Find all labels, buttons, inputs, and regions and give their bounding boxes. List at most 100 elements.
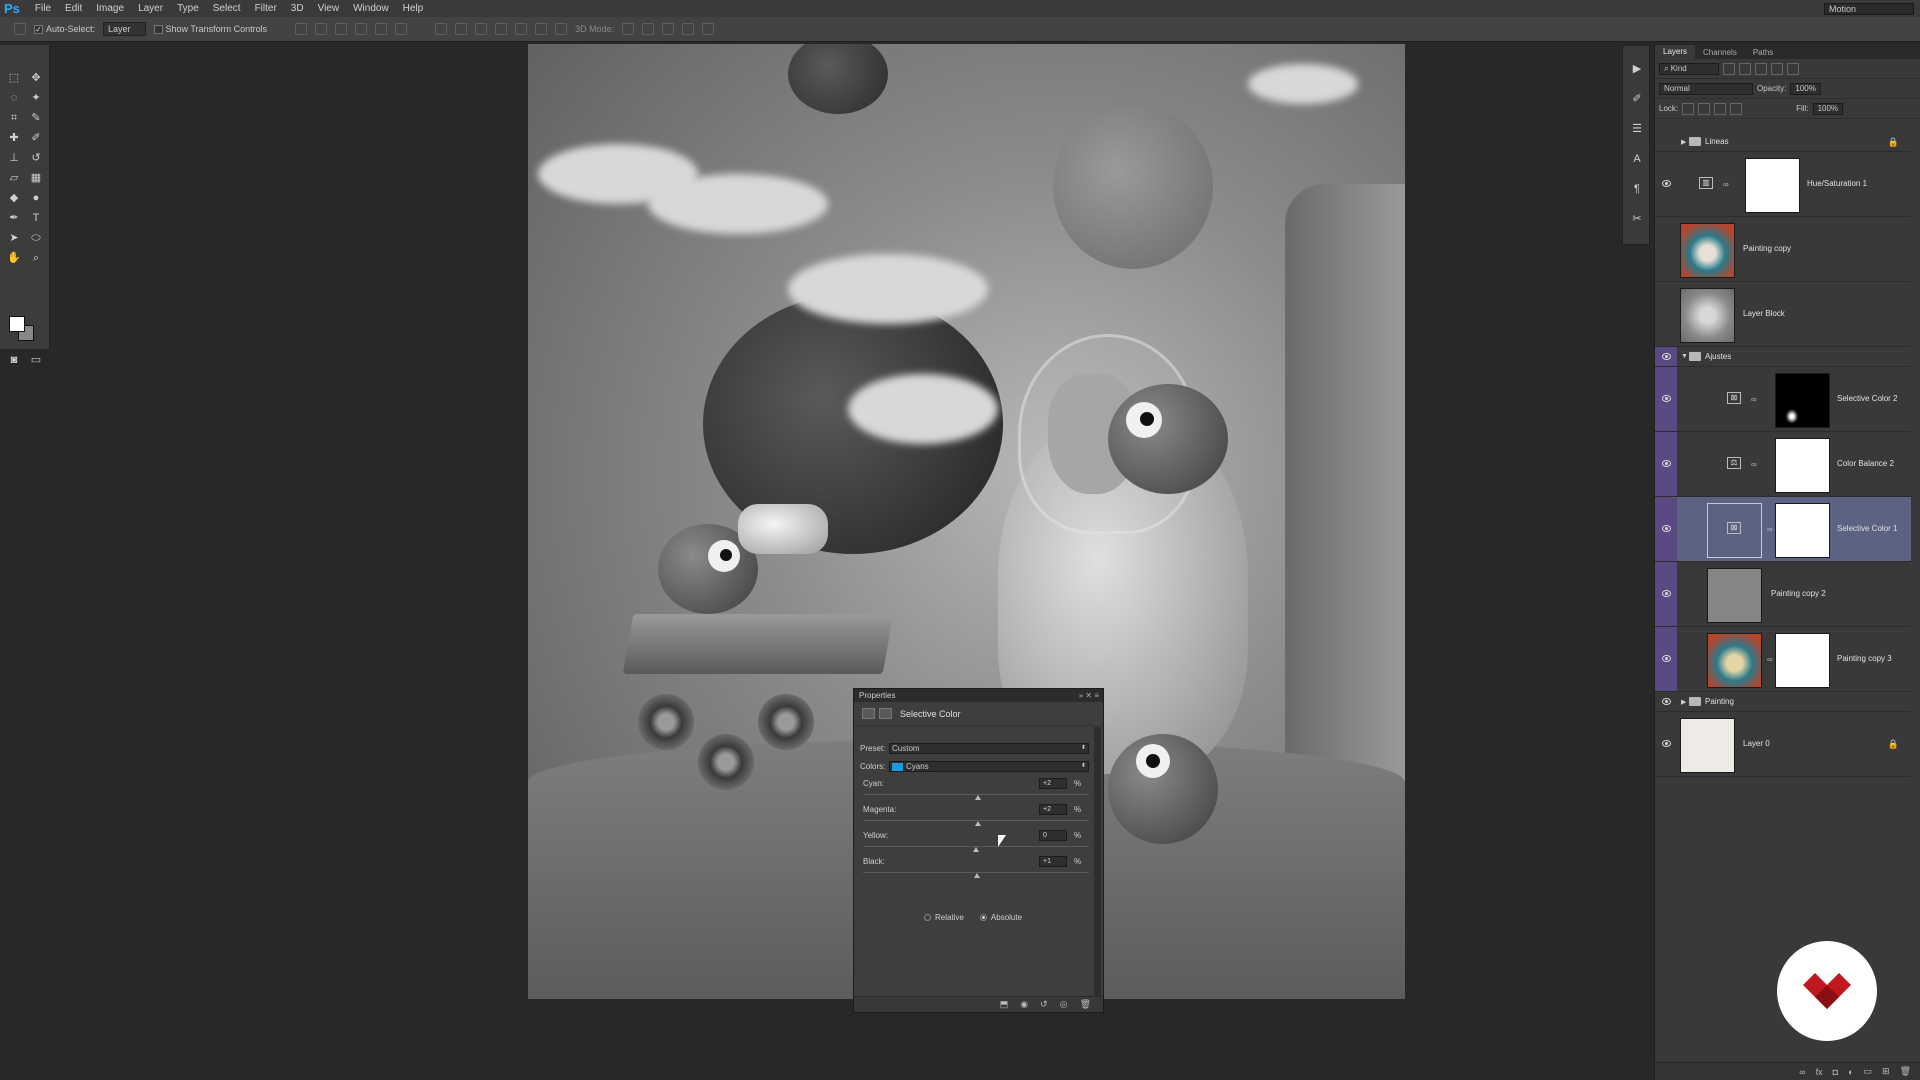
reset-icon[interactable]: ↺ — [1040, 999, 1048, 1010]
lock-transparency-icon[interactable] — [1682, 102, 1695, 115]
clip-to-layer-icon[interactable]: ⬒ — [1000, 999, 1009, 1010]
visibility-eye-icon[interactable] — [1662, 352, 1671, 360]
auto-select-checkbox[interactable]: ✓ Auto-Select: — [34, 24, 95, 34]
3d-roll-icon[interactable] — [642, 23, 655, 35]
colors-dropdown[interactable]: Cyans ⬍ — [889, 761, 1089, 772]
slider-value-input[interactable]: 0 — [1039, 830, 1067, 841]
menu-edit[interactable]: Edit — [58, 3, 89, 14]
opacity-input[interactable]: 100% — [1790, 82, 1821, 95]
add-mask-icon[interactable]: ◘ — [1833, 1067, 1838, 1077]
3d-scale-icon[interactable] — [702, 23, 715, 35]
visibility-eye-icon[interactable] — [1662, 740, 1671, 747]
layer-0[interactable]: Layer 0 🔒 — [1655, 712, 1911, 777]
menu-select[interactable]: Select — [206, 3, 248, 14]
align-right-icon[interactable] — [395, 23, 408, 35]
screen-mode-icon[interactable]: ▭ — [29, 353, 43, 367]
distribute-top-icon[interactable] — [435, 23, 448, 35]
tools-icon[interactable]: ✂ — [1630, 212, 1644, 226]
filter-shape-icon[interactable] — [1771, 62, 1783, 75]
menu-image[interactable]: Image — [89, 3, 131, 14]
link-icon[interactable]: ∞ — [1767, 525, 1773, 534]
crop-tool-icon[interactable]: ⌗ — [7, 111, 21, 125]
link-layers-icon[interactable]: ∞ — [1799, 1067, 1805, 1077]
3d-rotate-icon[interactable] — [622, 23, 635, 35]
align-middle-icon[interactable] — [315, 23, 328, 35]
blend-mode-dropdown[interactable]: Normal — [1659, 82, 1753, 95]
collapse-arrow-icon[interactable]: ▼ — [1681, 353, 1688, 360]
3d-slide-icon[interactable] — [682, 23, 695, 35]
slider-thumb[interactable] — [975, 795, 982, 800]
layer-group-lineas[interactable]: ▶ Lineas 🔒 — [1655, 132, 1911, 152]
move-tool-icon[interactable]: ✥ — [29, 71, 43, 85]
align-top-icon[interactable] — [295, 23, 308, 35]
foreground-color-swatch[interactable] — [9, 316, 25, 332]
adjustments-icon[interactable]: ☰ — [1630, 122, 1644, 136]
align-bottom-icon[interactable] — [335, 23, 348, 35]
3d-drag-icon[interactable] — [662, 23, 675, 35]
slider-thumb[interactable] — [974, 873, 981, 878]
lock-position-icon[interactable] — [1714, 102, 1727, 115]
play-icon[interactable]: ▶ — [1630, 62, 1644, 76]
mask-icon[interactable] — [879, 708, 892, 719]
slider-thumb[interactable] — [973, 847, 979, 852]
paragraph-icon[interactable]: ¶ — [1630, 182, 1644, 196]
filter-adjustment-icon[interactable] — [1739, 62, 1751, 75]
new-group-icon[interactable]: ▭ — [1864, 1066, 1873, 1077]
layer-hue-saturation-1[interactable]: ▥ ∞ Hue/Saturation 1 — [1655, 152, 1911, 217]
tab-channels[interactable]: Channels — [1695, 48, 1745, 57]
kind-filter-dropdown[interactable]: ⌕ Kind — [1659, 62, 1719, 75]
healing-brush-icon[interactable]: ✚ — [7, 131, 21, 145]
layer-painting-copy-3[interactable]: ∞ Painting copy 3 — [1655, 627, 1911, 692]
link-icon[interactable]: ∞ — [1751, 395, 1757, 404]
properties-tab[interactable]: Properties » ✕ ≡ — [854, 689, 1103, 702]
panel-menu-icon[interactable]: » ✕ ≡ — [1079, 691, 1099, 700]
layer-group-ajustes[interactable]: ▼ Ajustes — [1655, 347, 1911, 367]
quick-mask-icon[interactable]: ◙ — [7, 353, 21, 367]
brush-preset-icon[interactable]: ✐ — [1630, 92, 1644, 106]
slider-thumb[interactable] — [975, 821, 982, 826]
tab-layers[interactable]: Layers — [1655, 45, 1696, 59]
move-tool-icon[interactable] — [14, 23, 26, 35]
brush-tool-icon[interactable]: ✐ — [29, 131, 43, 145]
expand-arrow-icon[interactable]: ▶ — [1681, 698, 1686, 706]
visibility-icon[interactable]: ◎ — [1060, 999, 1068, 1010]
visibility-eye-icon[interactable] — [1662, 590, 1671, 597]
eraser-tool-icon[interactable]: ▱ — [7, 171, 21, 185]
trash-icon[interactable]: 🗑 — [1900, 1066, 1911, 1077]
layer-painting-copy-2[interactable]: Painting copy 2 — [1655, 562, 1911, 627]
menu-file[interactable]: File — [28, 3, 58, 14]
link-icon[interactable]: ∞ — [1751, 460, 1757, 469]
gradient-tool-icon[interactable]: ▦ — [29, 171, 43, 185]
hand-tool-icon[interactable]: ✋ — [7, 251, 21, 265]
link-icon[interactable]: ∞ — [1723, 180, 1729, 189]
align-left-icon[interactable] — [355, 23, 368, 35]
workspace-switcher[interactable]: Motion — [1824, 2, 1914, 15]
character-icon[interactable]: A — [1630, 152, 1644, 166]
layer-selective-color-1[interactable]: ⊠ ∞ Selective Color 1 — [1655, 497, 1911, 562]
ellipse-tool-icon[interactable]: ⬭ — [29, 231, 43, 245]
layer-color-balance-2[interactable]: ⚖ ∞ Color Balance 2 — [1655, 432, 1911, 497]
properties-scrollbar[interactable] — [1094, 727, 1101, 997]
preset-dropdown[interactable]: Custom ⬍ — [889, 743, 1089, 754]
eyedropper-icon[interactable]: ✎ — [29, 111, 43, 125]
distribute-center-icon[interactable] — [515, 23, 528, 35]
visibility-eye-icon[interactable] — [1662, 460, 1671, 467]
dodge-tool-icon[interactable]: ● — [29, 191, 43, 205]
path-selection-icon[interactable]: ➤ — [7, 231, 21, 245]
visibility-eye-icon[interactable] — [1662, 697, 1671, 705]
align-center-icon[interactable] — [375, 23, 388, 35]
expand-arrow-icon[interactable]: ▶ — [1681, 138, 1686, 146]
marquee-tool-icon[interactable]: ⬚ — [7, 71, 21, 85]
auto-select-dropdown[interactable]: Layer — [103, 22, 146, 36]
slider-value-input[interactable]: +1 — [1039, 856, 1067, 867]
visibility-eye-icon[interactable] — [1662, 395, 1671, 402]
menu-3d[interactable]: 3D — [284, 3, 311, 14]
absolute-radio[interactable]: Absolute — [979, 913, 1022, 922]
distribute-right-icon[interactable] — [535, 23, 548, 35]
clone-stamp-icon[interactable]: ⊥ — [7, 151, 21, 165]
new-adjustment-icon[interactable]: ◐ — [1848, 1067, 1853, 1077]
lock-pixels-icon[interactable] — [1698, 102, 1711, 115]
visibility-eye-icon[interactable] — [1662, 655, 1671, 662]
filter-type-icon[interactable] — [1755, 62, 1767, 75]
type-tool-icon[interactable]: T — [29, 211, 43, 225]
